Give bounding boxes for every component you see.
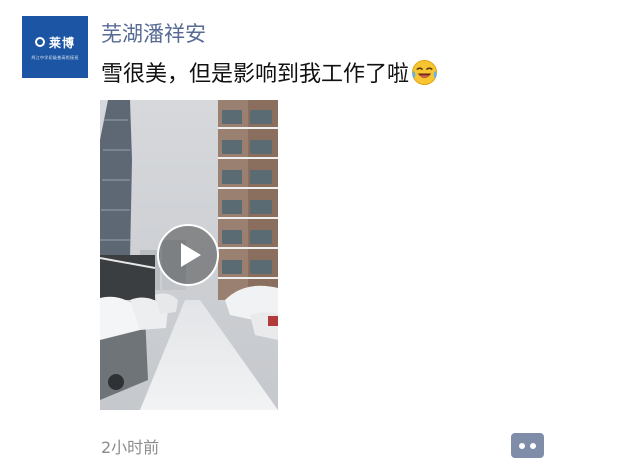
play-button[interactable] [157,224,219,286]
avatar-tagline: 鸠江中学初级普高衔接班 [31,54,79,60]
post-timestamp: 2小时前 [101,438,160,457]
comment-icon-dot [530,442,536,449]
comment-button[interactable] [511,433,544,458]
avatar-logo-text: 莱博 [48,35,75,50]
video-thumbnail[interactable] [100,100,278,410]
post-text: 雪很美，但是影响到我工作了啦 [101,62,410,87]
play-icon [181,243,201,267]
laughing-crying-emoji-icon [411,59,438,85]
author-name[interactable]: 芜湖潘祥安 [101,18,206,48]
logo-circle-icon [34,37,45,47]
avatar-logo: 莱博 [34,34,75,51]
comment-icon [519,442,525,449]
post-text-row: 雪很美，但是影响到我工作了啦 [101,56,438,88]
avatar[interactable]: 莱博 鸠江中学初级普高衔接班 [22,16,88,78]
